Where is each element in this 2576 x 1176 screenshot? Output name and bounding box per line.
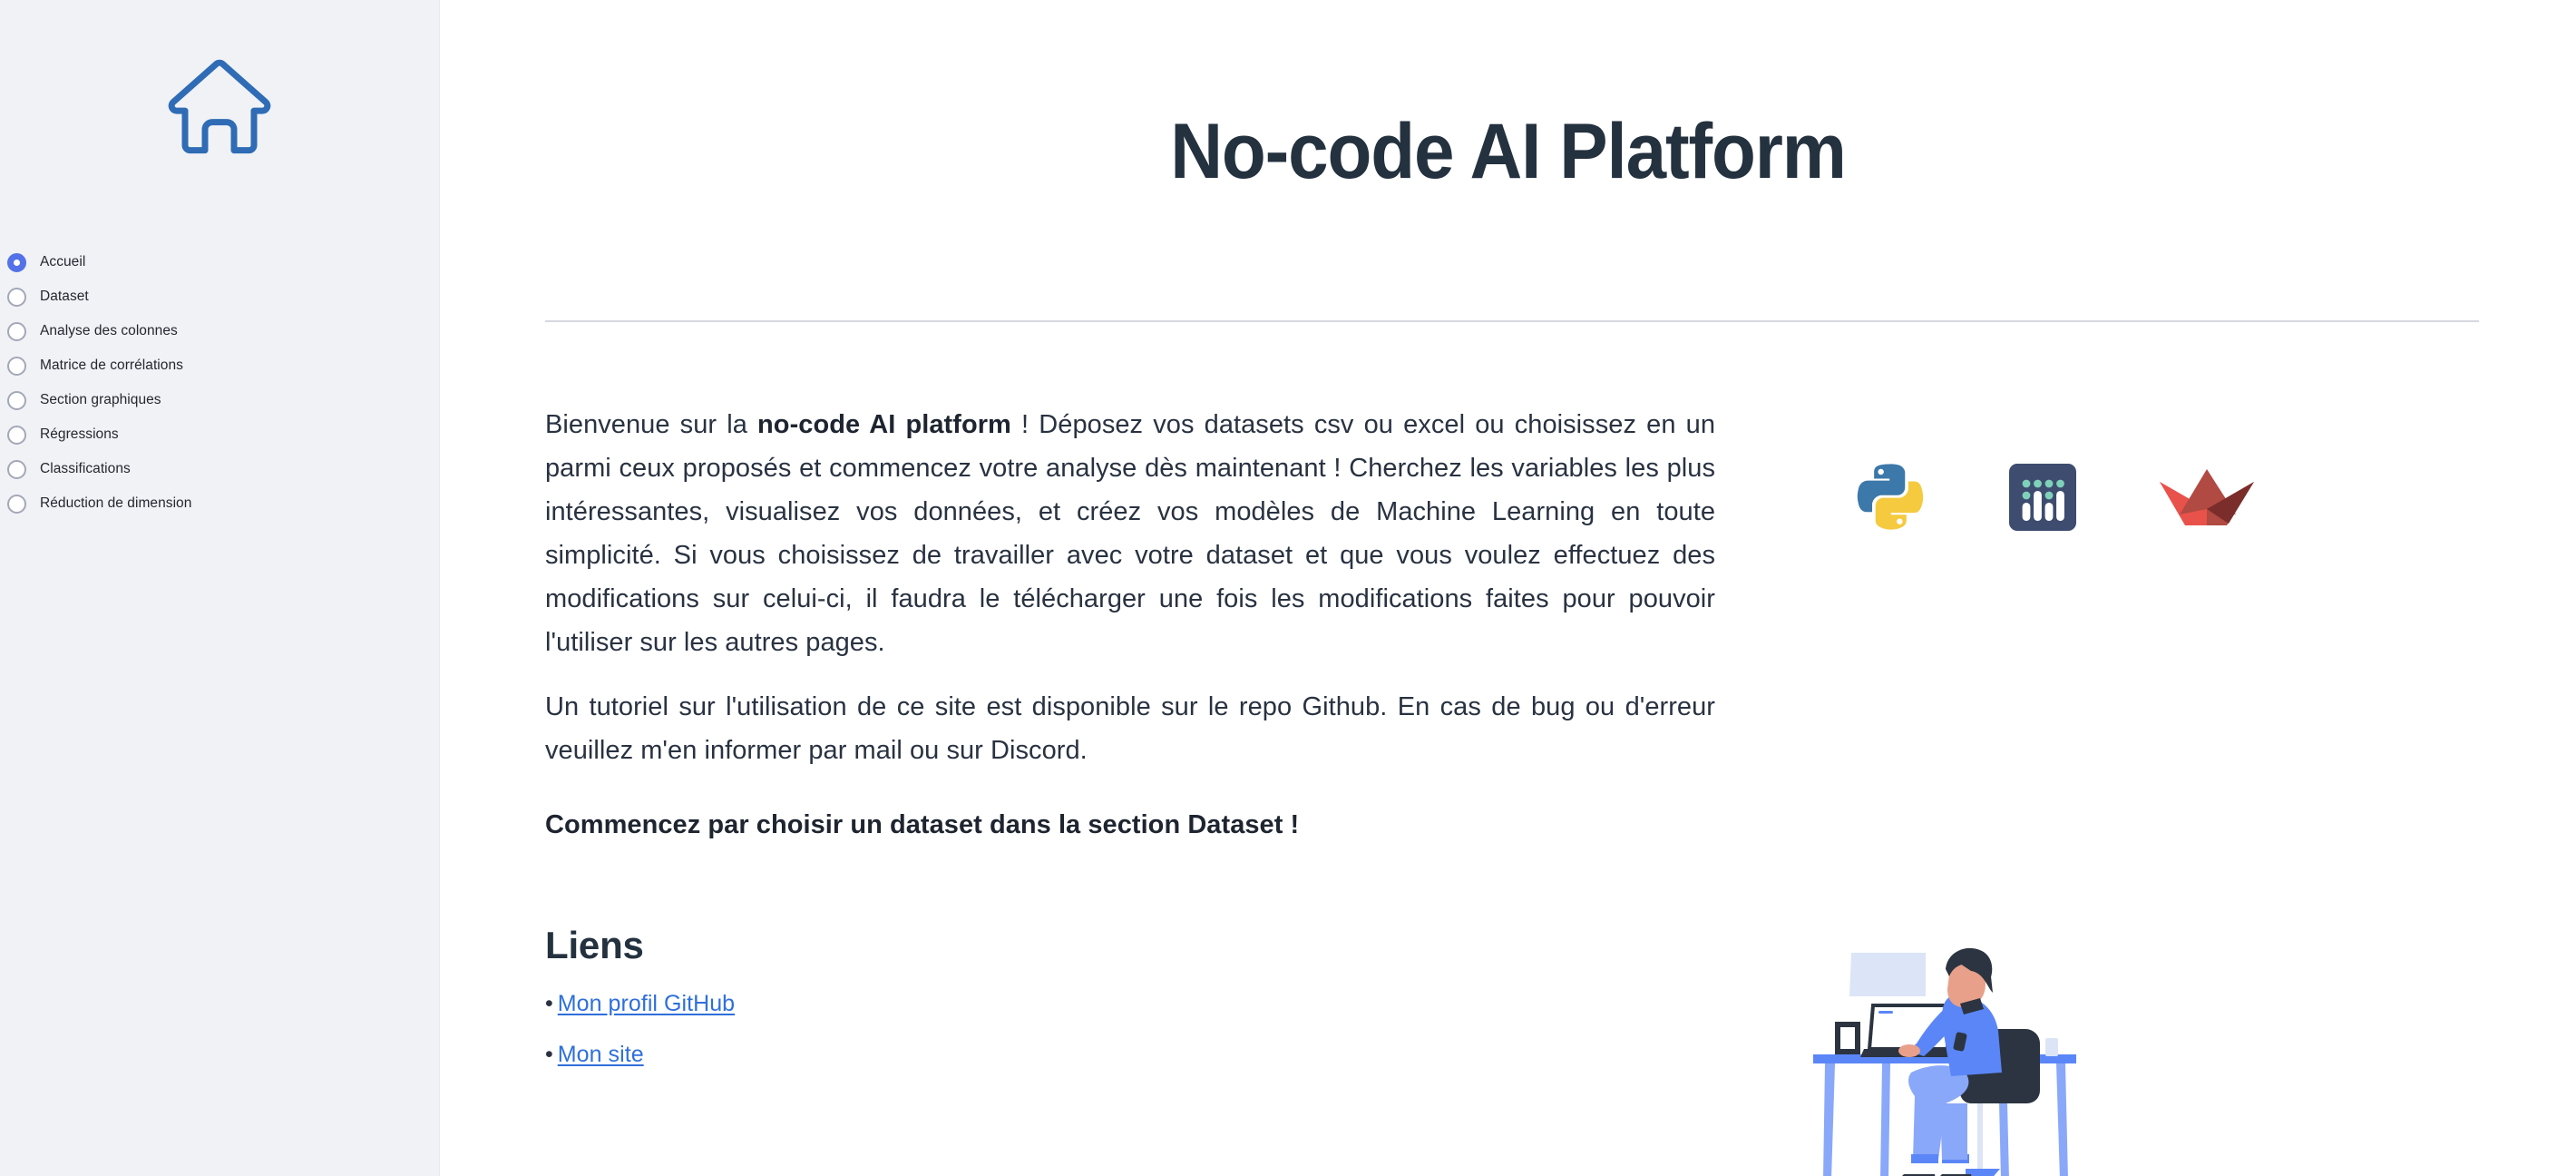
list-item[interactable]: • Mon site [545,1042,1715,1068]
sidebar-item-regressions[interactable]: Régressions [4,417,439,452]
person-working-at-desk-illustration [1773,916,2136,1176]
sidebar-item-accueil[interactable]: Accueil [4,245,439,279]
sidebar-item-label: Section graphiques [40,392,161,407]
sidebar-item-label: Dataset [40,289,89,304]
sidebar-item-label: Réduction de dimension [40,495,192,511]
bullet-icon: • [545,1042,553,1067]
app-root: Accueil Dataset Analyse des colonnes Mat… [0,0,2576,1176]
list-item[interactable]: • Mon profil GitHub [545,991,1715,1017]
sidebar-item-dataset[interactable]: Dataset [4,279,439,314]
sidebar-item-section-graphiques[interactable]: Section graphiques [4,383,439,417]
sidebar-item-analyse-des-colonnes[interactable]: Analyse des colonnes [4,314,439,348]
sidebar: Accueil Dataset Analyse des colonnes Mat… [0,0,440,1176]
intro-paragraph-1-pre: Bienvenue sur la [545,410,758,439]
liens-section: Liens • Mon profil GitHub • Mon site [545,924,1715,1093]
title-divider [545,320,2479,322]
python-logo-icon [1851,459,1927,535]
sidebar-item-label: Classifications [40,461,131,476]
radio-icon[interactable] [7,459,26,479]
intro-paragraph-1-post: ! Déposez vos datasets csv ou excel ou c… [545,410,1715,657]
sidebar-nav[interactable]: Accueil Dataset Analyse des colonnes Mat… [0,245,439,521]
page-title: No-code AI Platform [1170,108,1847,195]
sidebar-item-label: Régressions [40,426,119,442]
sidebar-item-reduction-de-dimension[interactable]: Réduction de dimension [4,486,439,521]
radio-icon[interactable] [7,356,26,376]
link-mon-site[interactable]: Mon site [558,1042,644,1068]
radio-icon[interactable] [7,252,26,272]
intro-paragraph-3: Commencez par choisir un dataset dans la… [545,810,1300,839]
sidebar-item-matrice-de-correlations[interactable]: Matrice de corrélations [4,348,439,383]
sidebar-item-label: Accueil [40,254,86,270]
intro-text-column: Bienvenue sur la no-code AI platform ! D… [545,403,1715,845]
main-content: No-code AI Platform Bienvenue sur la no-… [440,0,2576,1176]
sidebar-item-label: Analyse des colonnes [40,323,178,338]
link-mon-profil-github[interactable]: Mon profil GitHub [558,991,735,1017]
tech-logo-row [1851,403,2256,535]
liens-heading: Liens [545,924,644,966]
bullet-icon: • [545,991,553,1016]
radio-icon[interactable] [7,287,26,307]
intro-paragraph-1: Bienvenue sur la no-code AI platform ! D… [545,403,1715,664]
sidebar-logo [0,0,439,154]
radio-icon[interactable] [7,425,26,445]
radio-icon[interactable] [7,390,26,410]
home-icon [166,56,273,154]
plotly-logo-icon [2007,462,2078,533]
sidebar-item-label: Matrice de corrélations [40,358,183,373]
radio-icon[interactable] [7,321,26,341]
streamlit-logo-icon [2158,467,2256,527]
intro-section: Bienvenue sur la no-code AI platform ! D… [545,403,2576,845]
intro-paragraph-2: Un tutoriel sur l'utilisation de ce site… [545,692,1715,765]
radio-icon[interactable] [7,494,26,514]
sidebar-item-classifications[interactable]: Classifications [4,452,439,486]
platform-name-bold: no-code AI platform [757,410,1011,439]
